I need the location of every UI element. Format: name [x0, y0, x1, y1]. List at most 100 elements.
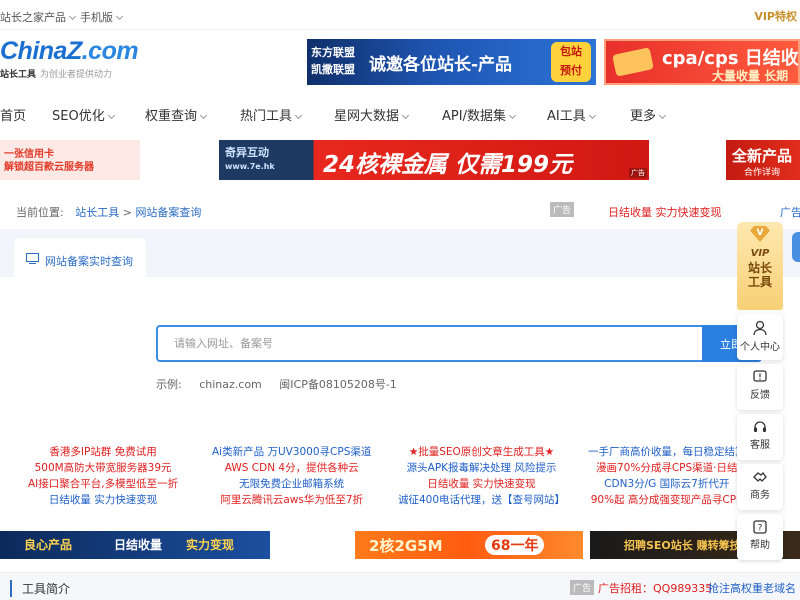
- text-ads-column: 一手厂商高价收量，每日稳定结算 漫画70%分成寻CPS渠道·日结 CDN3分/G…: [588, 444, 746, 508]
- nav-item-home[interactable]: 首页: [0, 105, 26, 124]
- site-logo[interactable]: ChinaZ.com 站长工具 为创业者提供动力: [0, 37, 139, 80]
- text-ad-link[interactable]: 90%起 高分成强变现产品寻CPS: [588, 492, 746, 508]
- breadcrumb-label: 当前位置:: [16, 206, 64, 219]
- sidebar-business[interactable]: 商务: [737, 464, 783, 510]
- nav-item-seo[interactable]: SEO优化: [52, 105, 115, 124]
- ad-tag: 广告: [780, 206, 800, 219]
- sidebar-help[interactable]: ? 帮助: [737, 514, 783, 560]
- chevron-down-icon: [508, 111, 516, 120]
- nav-item-api[interactable]: API/数据集: [442, 105, 516, 124]
- text-ad-link[interactable]: 日结收量 实力快速变现: [398, 476, 565, 492]
- chevron-down-icon: [115, 12, 124, 21]
- tab-icp-realtime[interactable]: 网站备案实时查询: [14, 238, 146, 278]
- logo-sub-title: 站长工具: [0, 70, 37, 80]
- search-box: [156, 325, 706, 362]
- text-ad-link[interactable]: 一手厂商高价收量，每日稳定结算: [588, 444, 746, 460]
- text-ad-link[interactable]: 日结收量 实力快速变现: [28, 492, 178, 508]
- banner-ad-newproduct[interactable]: 全新产品 合作详询: [726, 140, 800, 180]
- banner-ad-alliance[interactable]: 东方联盟 凯撒联盟 诚邀各位站长-产品 包站 预付: [307, 39, 596, 85]
- nav-item-ai[interactable]: AI工具: [547, 105, 596, 124]
- text-ad-link[interactable]: 无限免费企业邮箱系统: [212, 476, 371, 492]
- text-ad-link[interactable]: 抢注高权重老域名: [708, 580, 796, 596]
- nav-item-hot-tools[interactable]: 热门工具: [240, 105, 303, 124]
- sidebar-user-center[interactable]: 个人中心: [737, 314, 783, 360]
- nav-item-weight[interactable]: 权重查询: [145, 105, 208, 124]
- text-ad-link[interactable]: 诚征400电话代理，送【查号网站】: [398, 492, 565, 508]
- products-menu-label: 站长之家产品: [0, 11, 66, 24]
- vip-sidebar-badge[interactable]: V VIP 站长工具: [737, 222, 783, 310]
- breadcrumb-current[interactable]: 网站备案查询: [135, 206, 201, 219]
- text-ad-link[interactable]: 阿里云腾讯云aws华为低至7折: [212, 492, 371, 508]
- ad-tag: 广告: [570, 580, 595, 595]
- vip-label: VIP: [750, 248, 770, 259]
- banner-ad-cpa[interactable]: cpa/cps 日结收量 大量收量 长期: [604, 39, 800, 85]
- text-ad-link[interactable]: 漫画70%分成寻CPS渠道·日结: [588, 460, 746, 476]
- ad-alliance-names: 东方联盟 凯撒联盟: [311, 44, 355, 78]
- ad-brand-url: www.7e.hk: [225, 162, 275, 171]
- search-examples: 示例: chinaz.com 闽ICP备08105208号-1: [156, 376, 411, 392]
- products-menu[interactable]: 站长之家产品: [0, 9, 77, 25]
- top-bar: 站长之家产品 手机版 VIP特权: [0, 0, 800, 30]
- text-ad-link[interactable]: 广告招租：QQ989335: [598, 580, 712, 596]
- text-ad-link[interactable]: CDN3分/G 国际云7折代开: [588, 476, 746, 492]
- ad-headline: 日结收量: [114, 538, 163, 552]
- nav-label: API/数据集: [442, 109, 506, 124]
- ad-line: 一张信用卡: [4, 149, 54, 160]
- sidebar-item-label: 客服: [750, 440, 770, 451]
- help-icon: ?: [753, 520, 767, 534]
- ad-badge-text: 包站: [560, 45, 582, 58]
- breadcrumb-separator: >: [122, 206, 132, 219]
- ad-text: 一张信用卡 解锁超百款云服务器: [4, 148, 94, 174]
- breadcrumb: 当前位置: 站长工具 > 网站备案查询: [16, 204, 201, 220]
- nav-label: 首页: [0, 109, 27, 124]
- chevron-down-icon: [294, 111, 303, 120]
- vip-privilege-link[interactable]: VIP特权: [754, 8, 797, 24]
- main-nav: 首页 SEO优化 权重查询 热门工具 星网大数据 API/数据集 AI工具 更多: [0, 96, 800, 132]
- banner-ad-cloud[interactable]: 2核2G5M 68一年: [355, 531, 583, 559]
- vip-title: 站长工具: [747, 261, 772, 289]
- ad-headline: 2核2G5M: [369, 537, 443, 555]
- examples-label: 示例:: [156, 378, 182, 391]
- breadcrumb-home-link[interactable]: 站长工具: [75, 206, 119, 219]
- example-link[interactable]: chinaz.com: [199, 378, 262, 391]
- text-ad-link[interactable]: 日结收量 实力快速变现: [608, 204, 722, 220]
- ad-line: 解锁超百款云服务器: [4, 162, 94, 173]
- text-ads-column: 香港多IP站群 免费试用 500M高防大带宽服务器39元 AI接口聚合平台,多模…: [28, 444, 178, 508]
- ad-badge-text: 预付: [560, 64, 582, 77]
- text-ad-link[interactable]: Ai类新产品 万UV3000寻CPS渠道: [212, 444, 371, 460]
- ad-price: 68一年: [485, 535, 545, 555]
- ad-badge: 包站 预付: [551, 42, 591, 82]
- mobile-menu[interactable]: 手机版: [80, 9, 124, 25]
- example-link[interactable]: 闽ICP备08105208号-1: [279, 378, 397, 391]
- sidebar-item-label: 帮助: [750, 540, 770, 551]
- edge-tab[interactable]: [792, 232, 800, 262]
- handshake-icon: [753, 472, 767, 482]
- text-ad-link[interactable]: 500M高防大带宽服务器39元: [28, 460, 178, 476]
- banner-ad-credit[interactable]: 一张信用卡 解锁超百款云服务器: [0, 140, 140, 180]
- headset-icon: [754, 421, 766, 432]
- chevron-down-icon: [107, 111, 115, 120]
- text-ad-link[interactable]: AI接口聚合平台,多模型低至一折: [28, 476, 178, 492]
- ad-headline: 24核裸金属 仅需199元: [323, 152, 573, 178]
- nav-item-more[interactable]: 更多: [630, 105, 667, 124]
- banner-ad-baremetal[interactable]: 奇异互动 www.7e.hk 24核裸金属 仅需199元 广告: [219, 140, 649, 180]
- mobile-menu-label: 手机版: [80, 11, 113, 24]
- nav-label: 星网大数据: [334, 109, 400, 124]
- text-ad-link[interactable]: ★批量SEO原创文章生成工具★: [398, 444, 565, 460]
- text-ad-link[interactable]: 香港多IP站群 免费试用: [28, 444, 178, 460]
- text-ad-link[interactable]: AWS CDN 4分，提供各种云: [212, 460, 371, 476]
- sidebar-customer-service[interactable]: 客服: [737, 414, 783, 460]
- tab-label: 网站备案实时查询: [45, 255, 133, 268]
- banner-ad-profit[interactable]: 良心产品 日结收量 实力变现: [0, 531, 270, 559]
- sidebar-feedback[interactable]: 反馈: [737, 364, 783, 410]
- coin-icon: [612, 47, 654, 77]
- nav-item-bigdata[interactable]: 星网大数据: [334, 105, 410, 124]
- chevron-down-icon: [68, 12, 77, 21]
- search-input[interactable]: [158, 327, 704, 360]
- logo-wordmark: ChinaZ.com: [0, 37, 139, 66]
- ad-subline: 合作详询: [744, 168, 781, 178]
- text-ad-link[interactable]: 源头APK报毒解决处理 风险提示: [398, 460, 565, 476]
- ad-brand: 奇异互动 www.7e.hk: [225, 146, 275, 174]
- logo-domain: .com: [81, 37, 139, 65]
- user-icon: [753, 320, 767, 336]
